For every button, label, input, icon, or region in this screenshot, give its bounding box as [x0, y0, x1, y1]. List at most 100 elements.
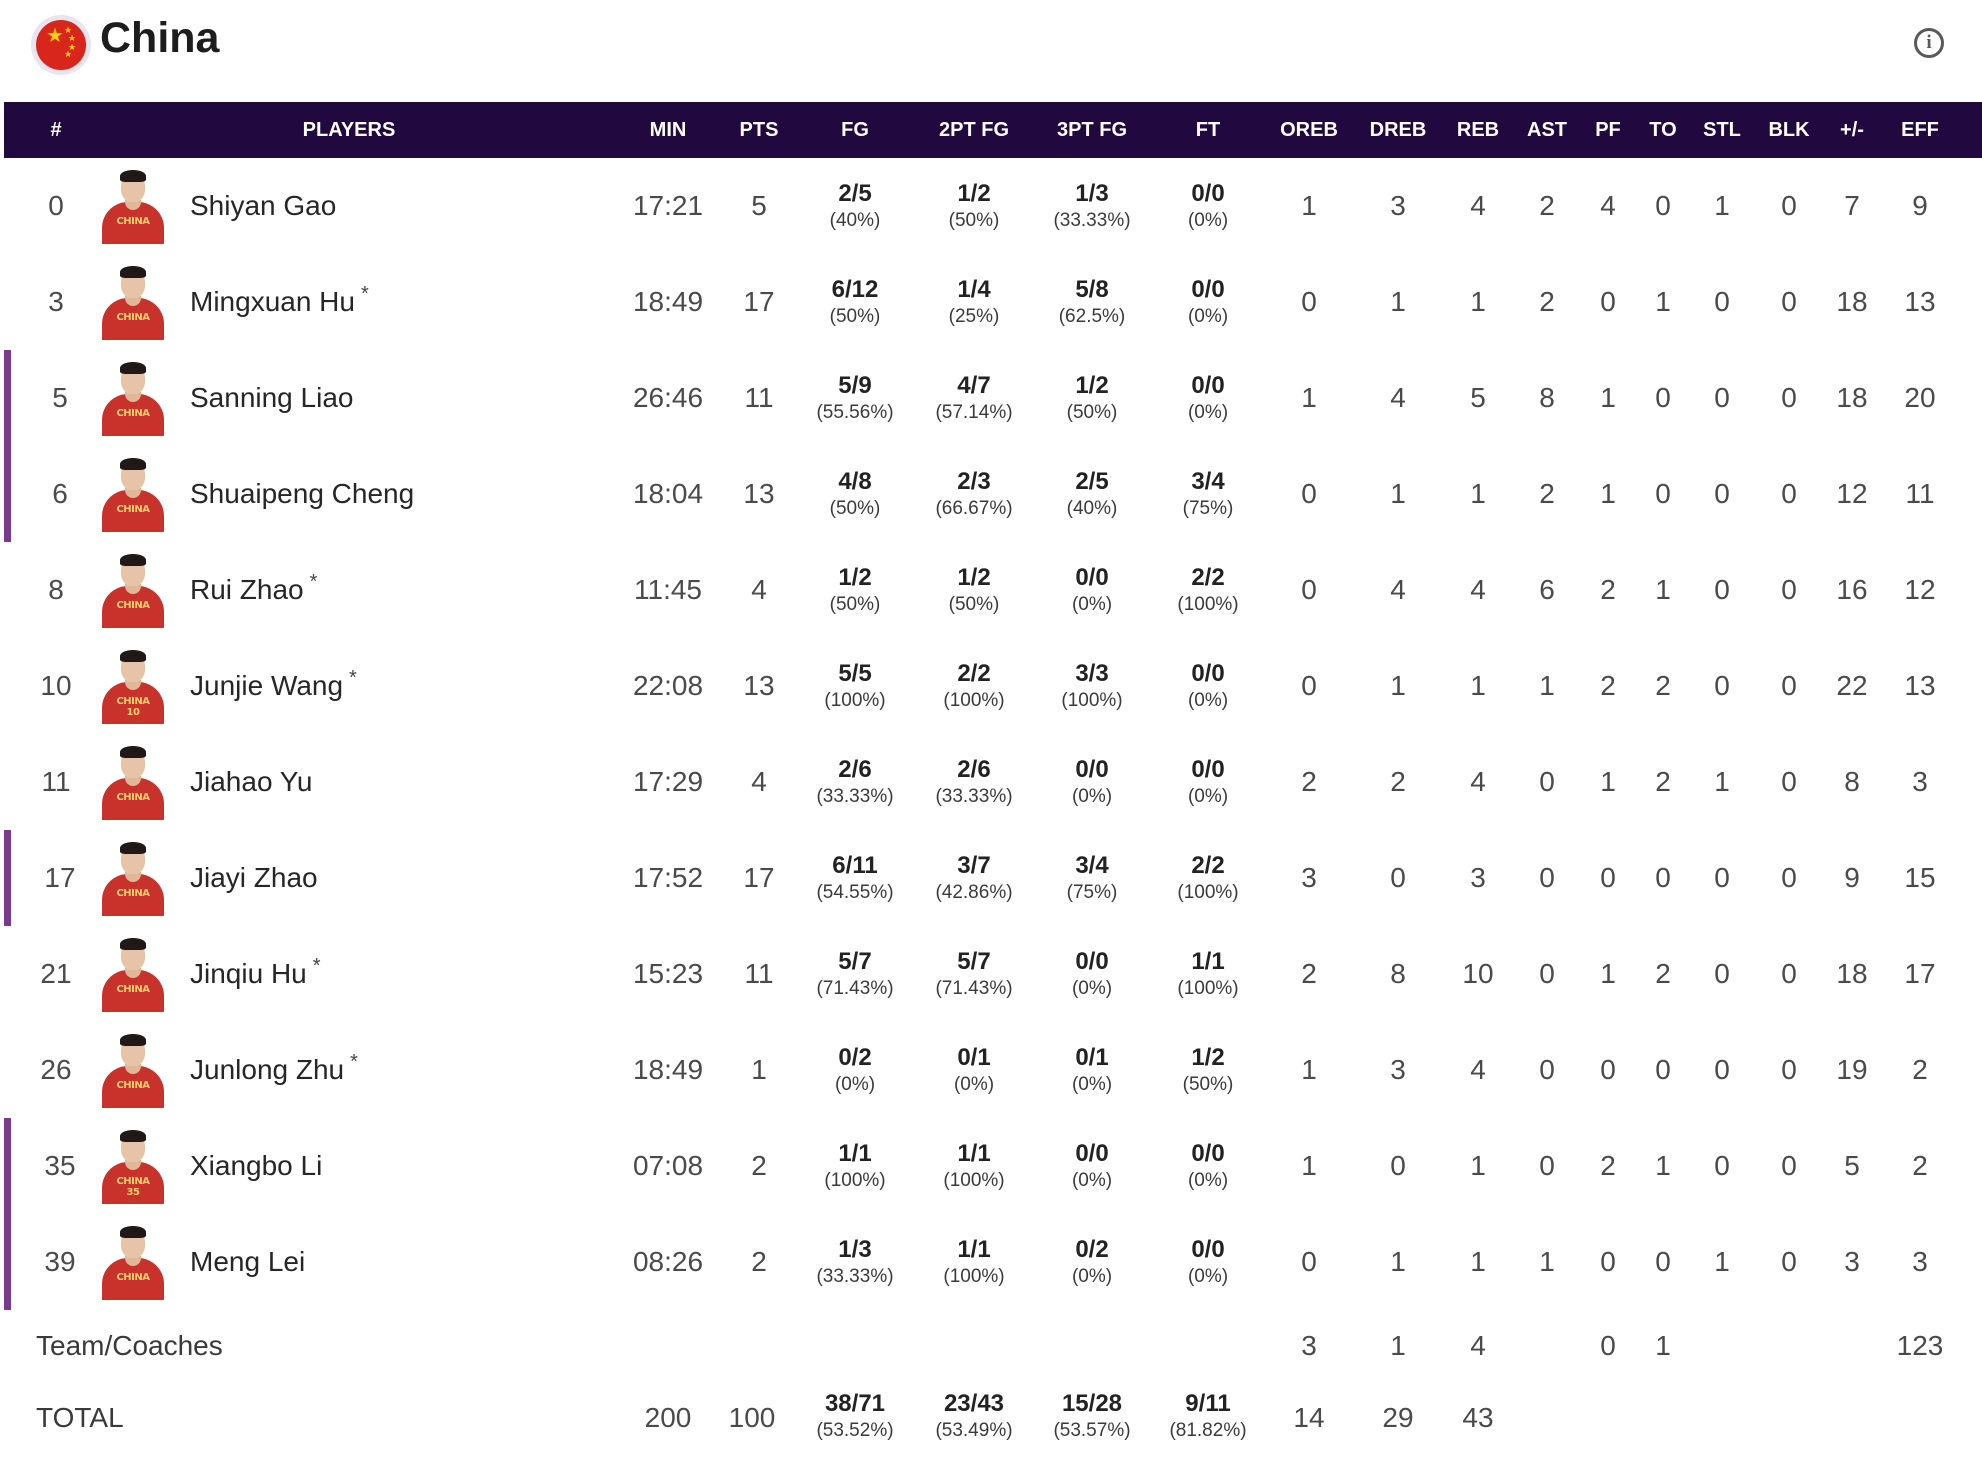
- player-avatar[interactable]: CHINA: [98, 1034, 168, 1108]
- player-name: Rui Zhao: [190, 574, 304, 605]
- player-fg3: 3/3 (100%): [1061, 660, 1122, 714]
- col-oreb-header[interactable]: OREB: [1280, 102, 1338, 158]
- player-name-link[interactable]: Shiyan Gao: [190, 158, 342, 254]
- player-dreb: 4: [1390, 574, 1406, 605]
- col-min-header[interactable]: MIN: [650, 102, 687, 158]
- player-name-link[interactable]: Mingxuan Hu *: [190, 254, 369, 350]
- player-row[interactable]: 5 CHINA Sanning Liao 26:46 11 5/9 (55.56%)…: [0, 350, 1982, 446]
- player-fg3-pct: (0%): [1071, 786, 1113, 807]
- highlight-bar: [4, 446, 11, 542]
- col-pf-header[interactable]: PF: [1595, 102, 1621, 158]
- player-to: 0: [1655, 382, 1671, 413]
- player-pf: 2: [1600, 1150, 1616, 1181]
- player-row[interactable]: 26 CHINA Junlong Zhu * 18:49 1 0/2 (0%) 0/1…: [0, 1022, 1982, 1118]
- player-pm: 18: [1836, 382, 1868, 413]
- player-fg3-made: 3/3: [1075, 660, 1109, 687]
- player-fg3: 0/0 (0%): [1072, 948, 1112, 1002]
- player-name-link[interactable]: Sanning Liao: [190, 350, 359, 446]
- col-3pt-fg-header[interactable]: 3PT FG: [1057, 102, 1127, 158]
- col-reb-header[interactable]: REB: [1457, 102, 1499, 158]
- team-name: China: [100, 14, 220, 62]
- player-fg2-pct: (0%): [953, 1074, 995, 1095]
- player-blk: 0: [1781, 382, 1797, 413]
- player-name-link[interactable]: Rui Zhao *: [190, 542, 317, 638]
- col-pts-header[interactable]: PTS: [740, 102, 779, 158]
- player-row[interactable]: 8 CHINA Rui Zhao * 11:45 4 1/2 (50%) 1/2 (5…: [0, 542, 1982, 638]
- col-number-header[interactable]: #: [50, 102, 61, 158]
- player-number: 5: [52, 382, 68, 413]
- player-name-link[interactable]: Junlong Zhu *: [190, 1022, 358, 1118]
- player-avatar[interactable]: CHINA: [98, 554, 168, 628]
- player-name-link[interactable]: Xiangbo Li: [190, 1118, 328, 1214]
- player-fg2-pct: (71.43%): [935, 978, 1013, 999]
- info-icon[interactable]: i: [1914, 28, 1944, 58]
- player-avatar[interactable]: CHINA 10: [98, 650, 168, 724]
- player-eff: 12: [1904, 574, 1936, 605]
- player-name-link[interactable]: Junjie Wang *: [190, 638, 357, 734]
- player-avatar[interactable]: CHINA 35: [98, 1130, 168, 1204]
- player-eff: 20: [1904, 382, 1936, 413]
- player-eff: 3: [1912, 766, 1928, 797]
- total-min: 200: [644, 1402, 692, 1433]
- player-avatar[interactable]: CHINA: [98, 1226, 168, 1300]
- player-ft: 0/0 (0%): [1188, 180, 1228, 234]
- player-row[interactable]: 10 CHINA 10 Junjie Wang * 22:08 13 5/5 (100…: [0, 638, 1982, 734]
- player-dreb: 0: [1390, 862, 1406, 893]
- player-fg-made: 2/5: [838, 180, 872, 207]
- player-ft: 1/1 (100%): [1177, 948, 1238, 1002]
- col-fg-header[interactable]: FG: [841, 102, 869, 158]
- player-ft-pct: (0%): [1187, 1266, 1229, 1287]
- player-blk: 0: [1781, 574, 1797, 605]
- player-number: 3: [48, 286, 64, 317]
- player-name: Junjie Wang: [190, 670, 344, 701]
- player-fg2: 3/7 (42.86%): [935, 852, 1012, 906]
- player-fg3: 0/2 (0%): [1072, 1236, 1112, 1290]
- player-row[interactable]: 3 CHINA Mingxuan Hu * 18:49 17 6/12 (50%) 1…: [0, 254, 1982, 350]
- player-name: Shuaipeng Cheng: [190, 478, 415, 509]
- jersey-text: CHINA: [116, 1080, 150, 1091]
- player-avatar[interactable]: CHINA: [98, 362, 168, 436]
- player-row[interactable]: 35 CHINA 35 Xiangbo Li 07:08 2 1/1 (100%) …: [0, 1118, 1982, 1214]
- player-fg-pct: (71.43%): [816, 978, 894, 999]
- player-min: 07:08: [632, 1150, 704, 1181]
- player-stl: 0: [1714, 1054, 1730, 1085]
- player-avatar[interactable]: CHINA: [98, 746, 168, 820]
- player-to: 0: [1655, 862, 1671, 893]
- col-ast-header[interactable]: AST: [1527, 102, 1567, 158]
- player-avatar[interactable]: CHINA: [98, 266, 168, 340]
- player-ft-pct: (75%): [1182, 498, 1234, 519]
- player-row[interactable]: 0 CHINA Shiyan Gao 17:21 5 2/5 (40%) 1/2 (…: [0, 158, 1982, 254]
- col-ft-header[interactable]: FT: [1196, 102, 1220, 158]
- col-to-header[interactable]: TO: [1649, 102, 1676, 158]
- player-name-link[interactable]: Jinqiu Hu *: [190, 926, 321, 1022]
- player-row[interactable]: 6 CHINA Shuaipeng Cheng 18:04 13 4/8 (50%)…: [0, 446, 1982, 542]
- player-name-link[interactable]: Jiayi Zhao: [190, 830, 324, 926]
- player-fg2-pct: (50%): [948, 210, 1000, 231]
- player-ft-pct: (0%): [1187, 690, 1229, 711]
- col-stl-header[interactable]: STL: [1703, 102, 1741, 158]
- col-eff-header[interactable]: EFF: [1901, 102, 1939, 158]
- col-plus-minus-header[interactable]: +/-: [1840, 102, 1864, 158]
- col-dreb-header[interactable]: DREB: [1370, 102, 1427, 158]
- player-fg3: 3/4 (75%): [1067, 852, 1118, 906]
- col-2pt-fg-header[interactable]: 2PT FG: [939, 102, 1009, 158]
- col-players-header[interactable]: PLAYERS: [303, 102, 396, 158]
- total-label: TOTAL: [36, 1402, 124, 1433]
- player-avatar[interactable]: CHINA: [98, 938, 168, 1012]
- player-name-link[interactable]: Jiahao Yu: [190, 734, 319, 830]
- player-fg2-made: 0/1: [957, 1044, 991, 1071]
- player-row[interactable]: 17 CHINA Jiayi Zhao 17:52 17 6/11 (54.55%)…: [0, 830, 1982, 926]
- player-row[interactable]: 21 CHINA Jinqiu Hu * 15:23 11 5/7 (71.43%) …: [0, 926, 1982, 1022]
- player-avatar[interactable]: CHINA: [98, 842, 168, 916]
- player-ft-made: 1/2: [1191, 1044, 1225, 1071]
- player-avatar[interactable]: CHINA: [98, 458, 168, 532]
- player-to: 1: [1655, 574, 1671, 605]
- player-name-link[interactable]: Shuaipeng Cheng: [190, 446, 420, 542]
- player-row[interactable]: 11 CHINA Jiahao Yu 17:29 4 2/6 (33.33%) 2/…: [0, 734, 1982, 830]
- player-dreb: 1: [1390, 670, 1406, 701]
- col-blk-header[interactable]: BLK: [1768, 102, 1809, 158]
- player-pts: 5: [751, 190, 767, 221]
- player-ft-pct: (0%): [1187, 210, 1229, 231]
- player-avatar[interactable]: CHINA: [98, 170, 168, 244]
- player-fg2: 5/7 (71.43%): [935, 948, 1012, 1002]
